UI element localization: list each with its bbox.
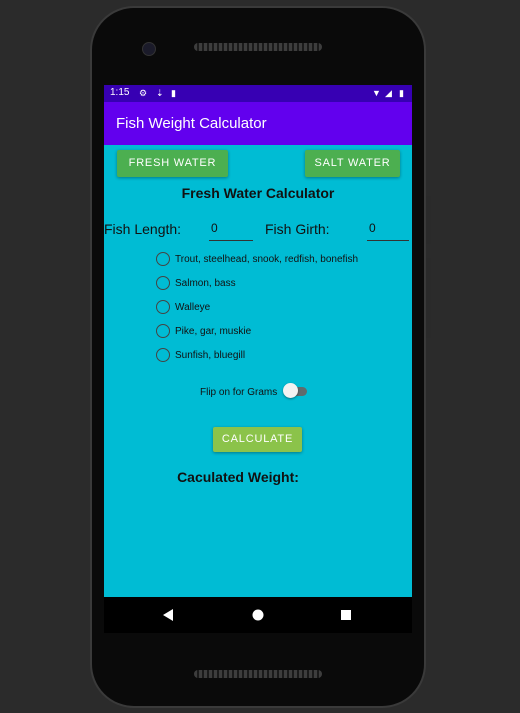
- back-icon[interactable]: [163, 609, 173, 621]
- wifi-icon: ▼: [372, 88, 381, 98]
- settings-icon: ⚙: [139, 88, 148, 98]
- recents-icon[interactable]: [341, 610, 351, 620]
- battery-icon: ▮: [399, 88, 404, 98]
- fresh-water-button[interactable]: FRESH WATER: [117, 150, 228, 177]
- power-button: [426, 196, 431, 244]
- top-speaker: [194, 43, 322, 51]
- fish-girth-input[interactable]: 0: [367, 221, 409, 241]
- radio-label: Sunfish, bluegill: [175, 350, 246, 361]
- fish-length-label: Fish Length:: [104, 221, 182, 237]
- app-screen: 1:15 ⚙ ⇣ ▮ ▼ ◢ ▮ Fish Weight Calculator …: [104, 85, 412, 597]
- radio-label: Trout, steelhead, snook, redfish, bonefi…: [175, 254, 359, 265]
- bottom-speaker: [194, 670, 322, 678]
- download-icon: ⇣: [156, 88, 164, 98]
- radio-circle[interactable]: [156, 252, 170, 266]
- nav-icons: [163, 609, 351, 621]
- home-icon[interactable]: [252, 609, 264, 621]
- fish-girth-label: Fish Girth:: [265, 221, 330, 237]
- sd-card-icon: ▮: [171, 88, 176, 98]
- volume-button: [426, 258, 431, 338]
- navigation-bar: [104, 597, 412, 633]
- grams-switch-thumb[interactable]: [283, 383, 298, 398]
- radio-circle[interactable]: [156, 300, 170, 314]
- radio-label: Salmon, bass: [175, 278, 236, 289]
- status-time: 1:15: [110, 87, 130, 98]
- radio-circle[interactable]: [156, 324, 170, 338]
- salt-water-button[interactable]: SALT WATER: [305, 150, 400, 177]
- calculate-button[interactable]: CALCULATE: [213, 427, 302, 452]
- signal-icon: ◢: [385, 88, 392, 98]
- app-bar: Fish Weight Calculator: [104, 102, 412, 145]
- calculated-weight-label: Caculated Weight:: [177, 469, 299, 485]
- calculator-title: Fresh Water Calculator: [181, 185, 335, 201]
- app-title: Fish Weight Calculator: [116, 115, 267, 132]
- front-camera: [142, 42, 156, 56]
- radio-circle[interactable]: [156, 348, 170, 362]
- radio-label: Walleye: [175, 302, 211, 313]
- fish-length-input[interactable]: 0: [209, 221, 253, 241]
- radio-circle[interactable]: [156, 276, 170, 290]
- radio-label: Pike, gar, muskie: [175, 326, 252, 337]
- status-bar: 1:15 ⚙ ⇣ ▮ ▼ ◢ ▮: [104, 85, 412, 102]
- grams-switch-label: Flip on for Grams: [200, 387, 278, 398]
